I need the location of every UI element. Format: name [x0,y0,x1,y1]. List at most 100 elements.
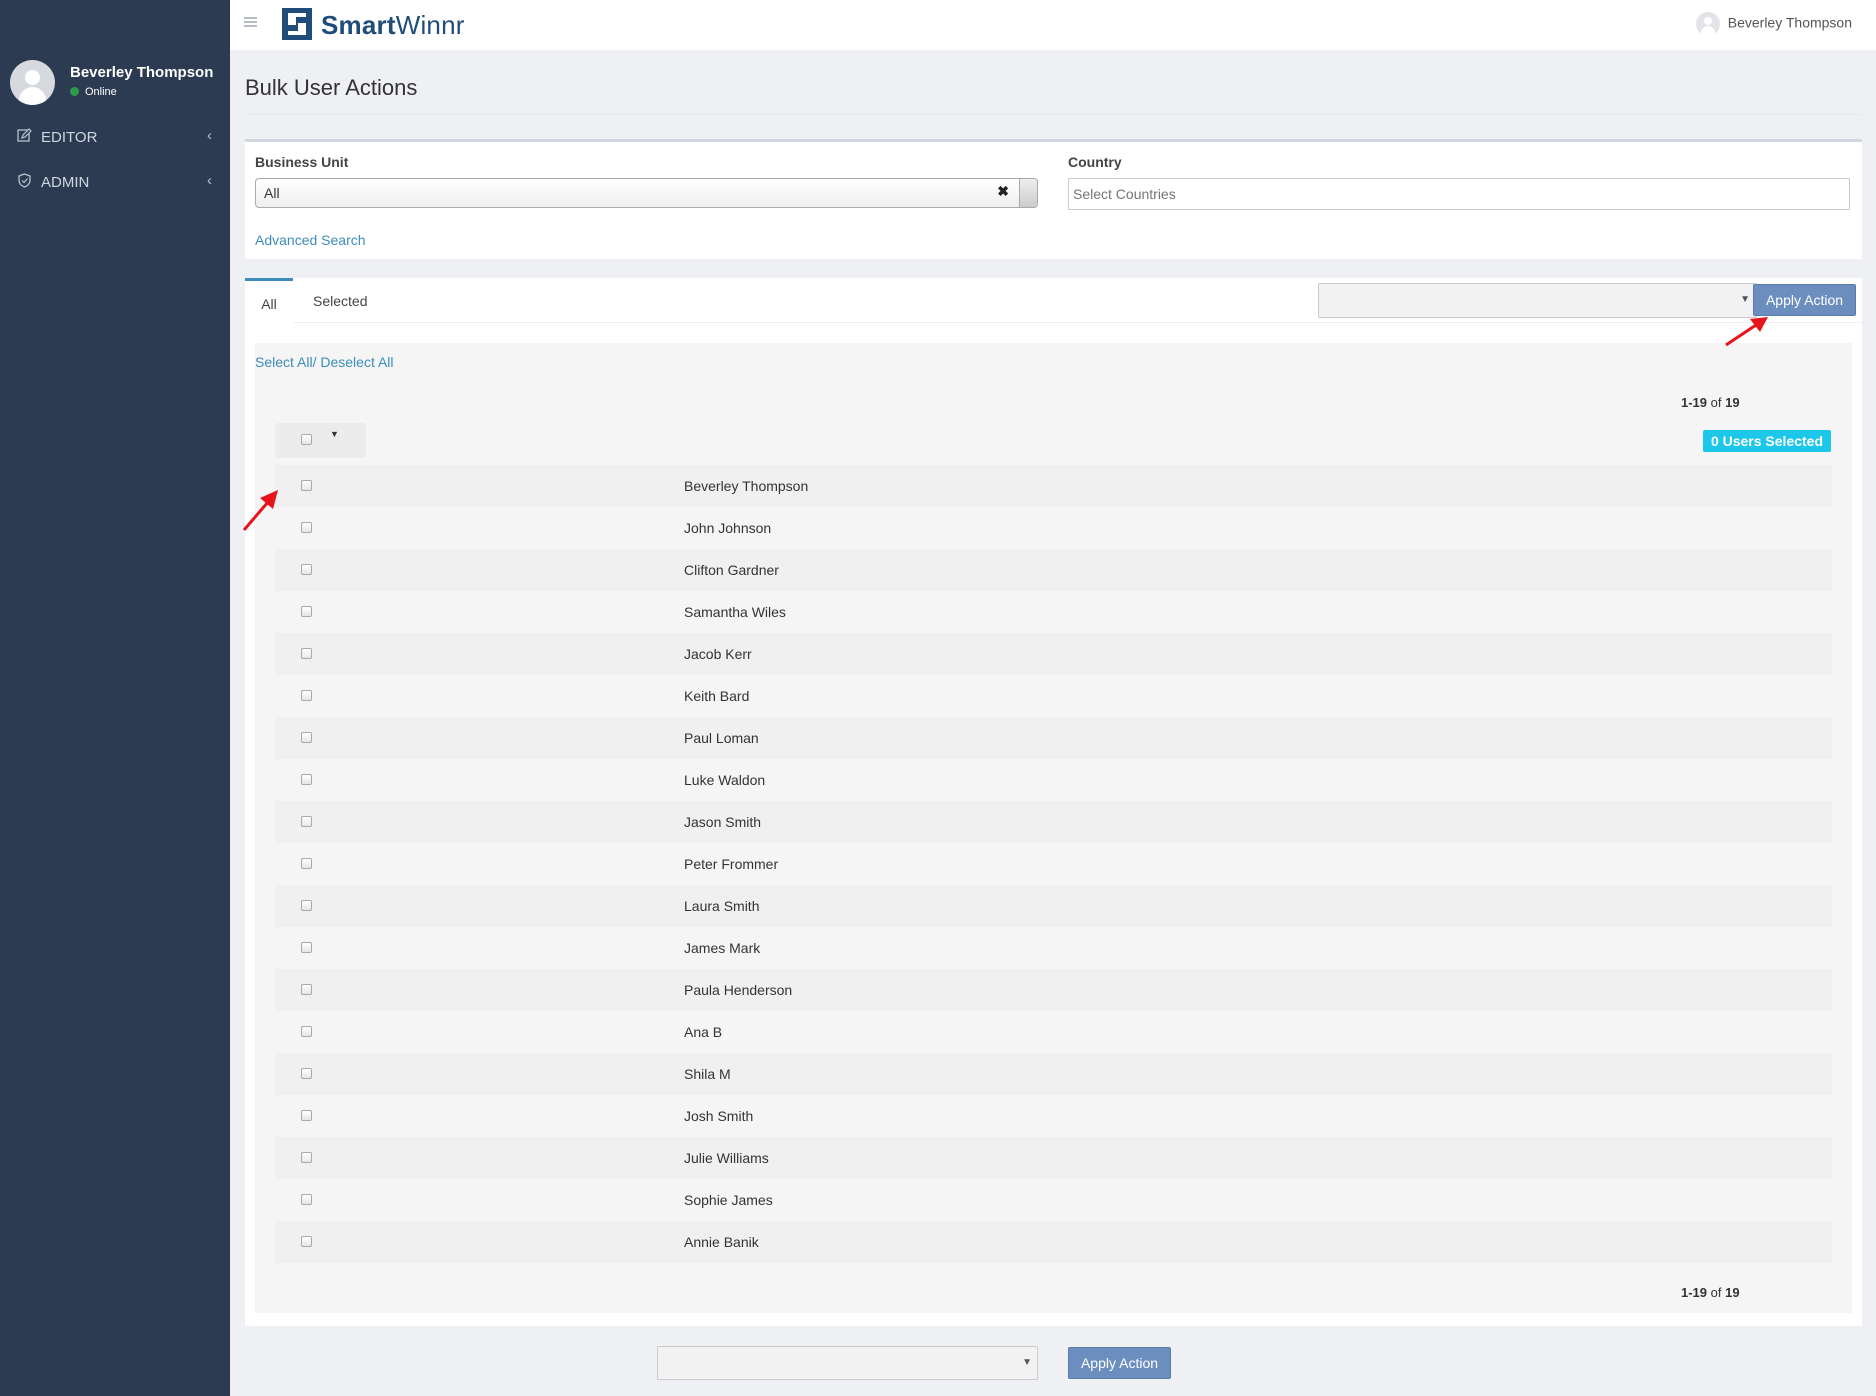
user-name-cell: Peter Frommer [684,856,779,872]
user-name-cell: Jason Smith [684,814,762,830]
user-name-cell: Shila M [684,1066,731,1082]
page-title: Bulk User Actions [245,75,418,100]
user-row-checkbox[interactable] [301,858,312,869]
table-row: Laura Smith [275,885,1832,927]
users-selected-badge: 0 Users Selected [1703,430,1831,452]
user-status: Online [70,86,117,98]
user-name-cell: Jacob Kerr [684,646,752,662]
sidebar-item-admin[interactable]: ADMIN ‹ [0,162,230,202]
user-name-cell: Luke Waldon [684,772,766,788]
table-row: Paula Henderson [275,969,1832,1011]
user-rows: Beverley Thompson John Johnson Clifton Gar… [275,465,1832,1263]
sidebar: Beverley Thompson Online EDITOR ‹ ADMIN … [0,0,230,1396]
user-row-checkbox[interactable] [301,1152,312,1163]
user-row-checkbox[interactable] [301,1194,312,1205]
country-label: Country [1068,154,1122,170]
table-row: Julie Williams [275,1137,1832,1179]
user-name-cell: Laura Smith [684,898,760,914]
sidebar-user-panel: Beverley Thompson Online [0,58,230,108]
user-row-checkbox[interactable] [301,1110,312,1121]
business-unit-value: All [264,185,280,201]
table-row: Jacob Kerr [275,633,1832,675]
user-name-cell: Sophie James [684,1192,773,1208]
user-row-checkbox[interactable] [301,774,312,785]
deselect-all-link[interactable]: Deselect All [316,354,393,370]
user-name-cell: James Mark [684,940,761,956]
table-row: Clifton Gardner [275,549,1832,591]
user-avatar-icon [1695,12,1720,36]
table-row: Shila M [275,1053,1832,1095]
tab-selected[interactable]: Selected [313,278,367,323]
user-row-checkbox[interactable] [301,732,312,743]
user-row-checkbox[interactable] [301,648,312,659]
user-row-checkbox[interactable] [301,900,312,911]
user-row-checkbox[interactable] [301,1236,312,1247]
chevron-left-icon: ‹ [207,127,212,144]
user-name-cell: Samantha Wiles [684,604,786,620]
table-row: Samantha Wiles [275,591,1832,633]
country-multiselect-input[interactable] [1068,178,1850,210]
sidebar-item-editor[interactable]: EDITOR ‹ [0,117,230,157]
online-status-dot [70,87,79,96]
tab-all[interactable]: All [245,278,293,323]
sidebar-user-name: Beverley Thompson [70,64,214,81]
user-name-cell: Keith Bard [684,688,750,704]
table-row: Beverley Thompson [275,465,1832,507]
user-row-checkbox[interactable] [301,564,312,575]
select-links: Select All/ Deselect All [255,354,394,370]
user-row-checkbox[interactable] [301,522,312,533]
business-unit-label: Business Unit [255,154,349,170]
user-row-checkbox[interactable] [301,690,312,701]
user-list-area: Select All/ Deselect All 1-19 of 19 ▼ 0 … [255,343,1852,1313]
shield-icon [17,173,33,189]
user-name-cell: John Johnson [684,520,772,536]
title-divider [245,114,1861,115]
chevron-left-icon: ‹ [207,172,212,189]
header-user-menu[interactable]: Beverley Thompson [1695,12,1852,38]
advanced-search-link[interactable]: Advanced Search [255,232,366,248]
table-row: Keith Bard [275,675,1832,717]
table-row: John Johnson [275,507,1832,549]
user-name-cell: Clifton Gardner [684,562,779,578]
user-name-cell: Annie Banik [684,1234,759,1250]
user-row-checkbox[interactable] [301,816,312,827]
table-row: Ana B [275,1011,1832,1053]
bulk-select-toggle[interactable]: ▼ [275,423,366,458]
users-panel: All Selected ▼ Apply Action Select All/ … [245,278,1862,1326]
user-row-checkbox[interactable] [301,606,312,617]
user-name-cell: Ana B [684,1024,723,1040]
pagination-count-bottom: 1-19 of 19 [1681,1285,1740,1300]
clear-selection-icon[interactable]: ✖ [997,183,1009,200]
user-name-cell: Paula Henderson [684,982,793,998]
table-row: Peter Frommer [275,843,1832,885]
user-row-checkbox[interactable] [301,1068,312,1079]
user-name-cell: Beverley Thompson [684,478,809,494]
user-row-checkbox[interactable] [301,1026,312,1037]
user-name-cell: Paul Loman [684,730,759,746]
pagination-count-top: 1-19 of 19 [1681,395,1740,410]
table-row: Paul Loman [275,717,1832,759]
select-all-link[interactable]: Select All [255,354,313,370]
user-name-cell: Julie Williams [684,1150,769,1166]
user-name-cell: Josh Smith [684,1108,754,1124]
user-row-checkbox[interactable] [301,942,312,953]
apply-action-button-top[interactable]: Apply Action [1753,284,1856,316]
bulk-action-select-bottom[interactable]: ▼ [657,1346,1038,1380]
user-avatar [10,60,55,105]
caret-down-icon[interactable]: ▼ [330,429,339,439]
table-row: Luke Waldon [275,759,1832,801]
annotation-arrow-icon [1725,317,1768,347]
select-all-checkbox[interactable] [301,434,312,445]
user-row-checkbox[interactable] [301,984,312,995]
table-row: Sophie James [275,1179,1832,1221]
business-unit-select[interactable]: All ✖ [255,178,1038,208]
menu-toggle-icon[interactable] [244,17,257,28]
select-arrow-icon[interactable] [1019,179,1037,207]
logo-text: SmartWinnr [321,10,465,40]
apply-action-button-bottom[interactable]: Apply Action [1068,1347,1171,1379]
table-row: Jason Smith [275,801,1832,843]
bulk-action-select-top[interactable]: ▼ [1318,283,1757,318]
user-row-checkbox[interactable] [301,480,312,491]
annotation-arrow-icon [242,490,278,531]
user-status-text: Online [85,86,117,98]
